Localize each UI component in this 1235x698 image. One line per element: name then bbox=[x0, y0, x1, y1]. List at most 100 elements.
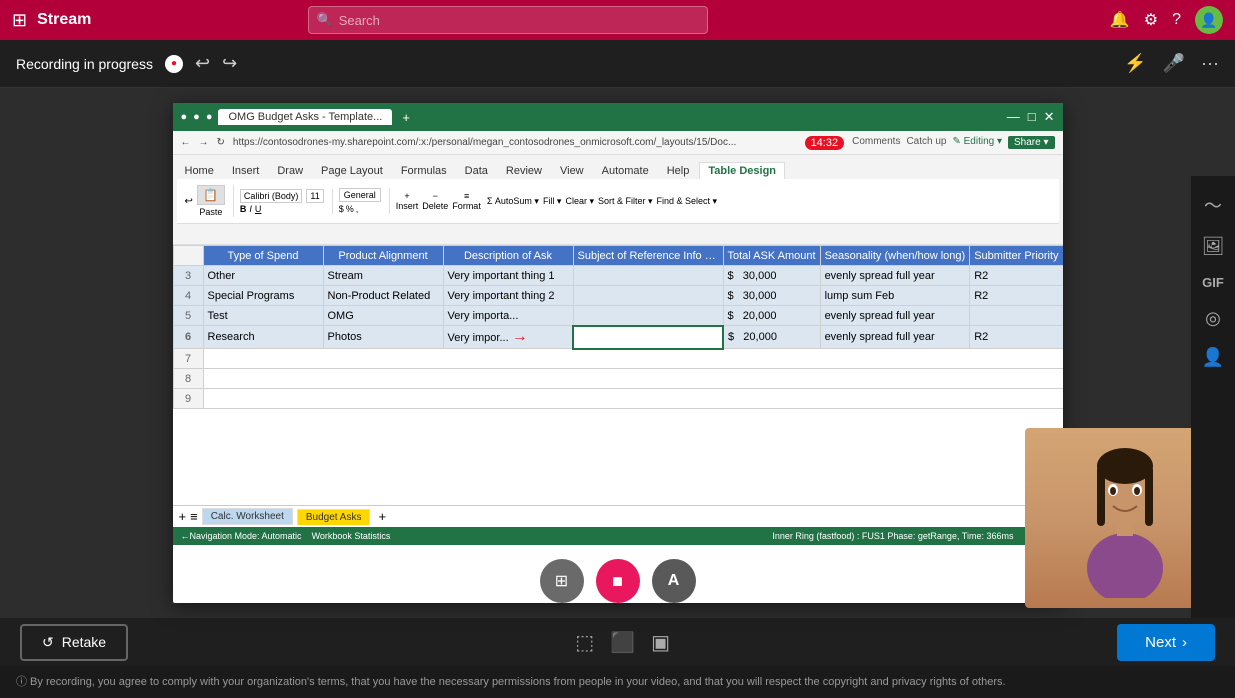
share-btn[interactable]: Share ▾ bbox=[1008, 136, 1054, 149]
comma-btn[interactable]: , bbox=[356, 204, 359, 214]
redo-button[interactable]: ↪ bbox=[222, 53, 237, 74]
percent-btn[interactable]: % bbox=[346, 204, 354, 214]
cell-4-type[interactable]: Special Programs bbox=[203, 286, 323, 306]
cell-4-product[interactable]: Non-Product Related bbox=[323, 286, 443, 306]
paste-btn[interactable]: 📋 bbox=[197, 185, 225, 205]
cell-5-product[interactable]: OMG bbox=[323, 306, 443, 326]
italic-btn[interactable]: I bbox=[249, 204, 252, 214]
retake-button[interactable]: ↺ Retake bbox=[20, 624, 128, 661]
panel-icon-circle[interactable]: ◎ bbox=[1205, 308, 1221, 329]
ribbon-tab-home[interactable]: Home bbox=[177, 163, 222, 179]
panel-icon-image[interactable]: 🖼 bbox=[1202, 236, 1225, 257]
ribbon-tab-view[interactable]: View bbox=[552, 163, 592, 179]
autosum-btn[interactable]: Σ AutoSum ▾ bbox=[487, 196, 539, 207]
cell-6-priority[interactable]: R2 bbox=[970, 326, 1063, 349]
find-btn[interactable]: Find & Select ▾ bbox=[657, 196, 718, 207]
recording-bar-actions: ⚡ 🎤 ··· bbox=[1124, 53, 1219, 74]
layout-icon-btn[interactable]: ⊞ bbox=[540, 559, 584, 603]
ribbon-tab-insert[interactable]: Insert bbox=[224, 163, 268, 179]
notifications-icon[interactable]: 🔔 bbox=[1110, 10, 1130, 30]
panel-icon-person[interactable]: 👤 bbox=[1202, 347, 1224, 368]
sheet-menu-icon[interactable]: ≡ bbox=[190, 509, 198, 524]
ribbon-tab-formulas[interactable]: Formulas bbox=[393, 163, 455, 179]
underline-btn[interactable]: U bbox=[255, 204, 262, 214]
cell-5-type[interactable]: Test bbox=[203, 306, 323, 326]
font-name[interactable]: Calibri (Body) bbox=[240, 189, 303, 203]
grid-icon[interactable]: ⊞ bbox=[12, 10, 27, 31]
forward-icon[interactable]: → bbox=[199, 137, 209, 148]
ribbon-tab-automate[interactable]: Automate bbox=[594, 163, 657, 179]
cell-3-desc[interactable]: Very important thing 1 bbox=[443, 266, 573, 286]
add-sheet-btn[interactable]: + bbox=[378, 509, 386, 524]
cell-6-amount[interactable]: $ 20,000 bbox=[723, 326, 820, 349]
cell-3-season[interactable]: evenly spread full year bbox=[820, 266, 970, 286]
insert-cell[interactable]: +Insert bbox=[396, 191, 419, 211]
teleprompter-icon[interactable]: ⚡ bbox=[1124, 53, 1146, 74]
sheet-tab-budget[interactable]: Budget Asks bbox=[297, 509, 371, 525]
search-input[interactable] bbox=[339, 13, 699, 28]
cell-6-product[interactable]: Photos bbox=[323, 326, 443, 349]
next-button[interactable]: Next › bbox=[1117, 624, 1215, 661]
cell-5-amount[interactable]: $ 20,000 bbox=[723, 306, 820, 326]
excel-tab-title[interactable]: OMG Budget Asks - Template... bbox=[218, 109, 392, 125]
format-cell[interactable]: ≡Format bbox=[452, 191, 481, 211]
cell-4-amount[interactable]: $ 30,000 bbox=[723, 286, 820, 306]
editing-btn[interactable]: ✎ Editing ▾ bbox=[952, 136, 1002, 149]
add-sheet-icon[interactable]: + bbox=[179, 509, 187, 524]
cell-3-ref[interactable] bbox=[573, 266, 723, 286]
clear-btn[interactable]: Clear ▾ bbox=[565, 196, 594, 207]
fill-btn[interactable]: Fill ▾ bbox=[543, 196, 562, 207]
stop-recording-btn[interactable]: ■ bbox=[596, 559, 640, 603]
cell-4-ref[interactable] bbox=[573, 286, 723, 306]
bold-btn[interactable]: B bbox=[240, 204, 247, 214]
back-icon[interactable]: ← bbox=[181, 137, 191, 148]
ribbon-tab-review[interactable]: Review bbox=[498, 163, 550, 179]
screen-layout-3-icon[interactable]: ▣ bbox=[651, 630, 670, 655]
cell-3-amount[interactable]: $ 30,000 bbox=[723, 266, 820, 286]
currency-btn[interactable]: $ bbox=[339, 204, 344, 214]
cell-6-ref-active[interactable] bbox=[573, 326, 723, 349]
ribbon-tab-draw[interactable]: Draw bbox=[269, 163, 311, 179]
catch-up-btn[interactable]: Catch up bbox=[906, 136, 946, 149]
cell-4-desc[interactable]: Very important thing 2 bbox=[443, 286, 573, 306]
more-icon[interactable]: ··· bbox=[1201, 53, 1219, 74]
undo-button[interactable]: ↩ bbox=[195, 53, 210, 74]
cell-3-product[interactable]: Stream bbox=[323, 266, 443, 286]
ribbon-tab-data[interactable]: Data bbox=[457, 163, 496, 179]
sheet-tab-calc[interactable]: Calc. Worksheet bbox=[202, 508, 293, 525]
cell-4-season[interactable]: lump sum Feb bbox=[820, 286, 970, 306]
font-size[interactable]: 11 bbox=[306, 189, 323, 203]
cell-4-priority[interactable]: R2 bbox=[970, 286, 1063, 306]
cell-5-priority[interactable] bbox=[970, 306, 1063, 326]
cell-5-ref[interactable] bbox=[573, 306, 723, 326]
refresh-icon[interactable]: ↻ bbox=[217, 137, 225, 148]
cell-5-season[interactable]: evenly spread full year bbox=[820, 306, 970, 326]
cell-3-priority[interactable]: R2 bbox=[970, 266, 1063, 286]
screen-layout-1-icon[interactable]: ⬚ bbox=[575, 630, 594, 655]
cell-5-desc[interactable]: Very importa... bbox=[443, 306, 573, 326]
number-format[interactable]: General bbox=[339, 188, 381, 202]
recording-dot-icon[interactable]: ● bbox=[165, 55, 183, 73]
text-overlay-btn[interactable]: A bbox=[652, 559, 696, 603]
search-bar[interactable]: 🔍 bbox=[308, 6, 708, 34]
settings-icon[interactable]: ⚙ bbox=[1144, 10, 1158, 30]
undo-ribbon-icon[interactable]: ↩ bbox=[185, 196, 193, 207]
delete-cell[interactable]: −Delete bbox=[422, 191, 448, 211]
ribbon-tab-help[interactable]: Help bbox=[659, 163, 698, 179]
cell-6-desc[interactable]: Very impor... → bbox=[443, 326, 573, 349]
url-text: https://contosodrones-my.sharepoint.com/… bbox=[233, 137, 797, 148]
avatar[interactable]: 👤 bbox=[1195, 6, 1223, 34]
cell-3-type[interactable]: Other bbox=[203, 266, 323, 286]
ribbon-tab-pagelayout[interactable]: Page Layout bbox=[313, 163, 391, 179]
mic-icon[interactable]: 🎤 bbox=[1163, 53, 1185, 74]
sort-btn[interactable]: Sort & Filter ▾ bbox=[598, 196, 653, 207]
help-icon[interactable]: ? bbox=[1172, 11, 1181, 29]
ribbon-tab-tabledesign[interactable]: Table Design bbox=[699, 162, 785, 179]
comments-btn[interactable]: Comments bbox=[852, 136, 900, 149]
excel-url-bar[interactable]: ← → ↻ https://contosodrones-my.sharepoin… bbox=[173, 131, 1063, 155]
panel-icon-gif[interactable]: GIF bbox=[1202, 275, 1224, 290]
cell-6-type[interactable]: Research bbox=[203, 326, 323, 349]
panel-icon-wave[interactable]: 〜 bbox=[1204, 192, 1222, 218]
screen-layout-2-icon[interactable]: ⬛ bbox=[610, 630, 635, 655]
cell-6-season[interactable]: evenly spread full year bbox=[820, 326, 970, 349]
